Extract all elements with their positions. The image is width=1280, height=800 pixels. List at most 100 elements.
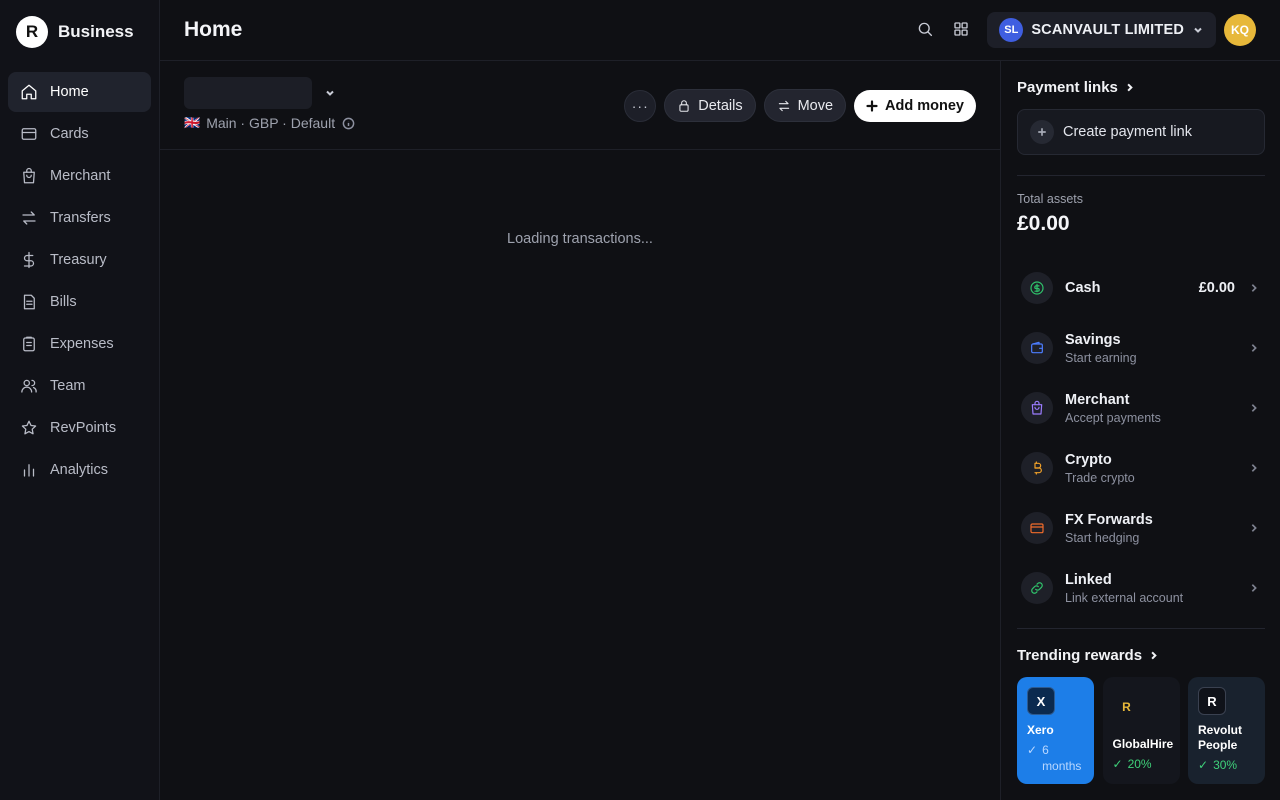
- details-button[interactable]: Details: [664, 89, 756, 122]
- sidebar-item-label: Home: [50, 84, 89, 100]
- asset-text: Savings Start earning: [1065, 332, 1137, 365]
- info-icon[interactable]: [342, 117, 355, 130]
- sidebar-item-merchant[interactable]: Merchant: [8, 156, 151, 196]
- bar-chart-icon: [20, 461, 38, 479]
- brand-name: Business: [58, 22, 134, 41]
- asset-row-savings[interactable]: Savings Start earning: [1017, 318, 1265, 378]
- asset-subtitle: Start earning: [1065, 350, 1137, 365]
- sidebar-item-label: Merchant: [50, 168, 111, 184]
- create-payment-link-button[interactable]: Create payment link: [1017, 109, 1265, 155]
- reward-name: Revolut People: [1198, 723, 1243, 752]
- account-selector[interactable]: [184, 77, 336, 109]
- rewards-carousel: X Xero ✓ 6 months R GlobalHire ✓ 20% R Rev…: [1017, 677, 1265, 784]
- asset-subtitle: Accept payments: [1065, 410, 1161, 425]
- sidebar-item-label: RevPoints: [50, 420, 117, 436]
- check-icon: ✓: [1198, 758, 1209, 772]
- sidebar-item-label: Analytics: [50, 462, 109, 478]
- brand-logo[interactable]: R: [16, 16, 48, 48]
- fx-card-icon: [1021, 512, 1053, 544]
- reward-card-globalhire[interactable]: R GlobalHire ✓ 20%: [1102, 677, 1180, 784]
- organization-switcher[interactable]: SL SCANVAULT LIMITED: [987, 12, 1216, 48]
- sidebar-item-analytics[interactable]: Analytics: [8, 450, 151, 490]
- reward-card-xero[interactable]: X Xero ✓ 6 months: [1017, 677, 1094, 784]
- chevron-right-icon: [1251, 464, 1257, 472]
- account-meta: 🇬🇧 Main · GBP · Default: [184, 115, 355, 131]
- asset-text: Merchant Accept payments: [1065, 392, 1161, 425]
- chevron-right-icon: [1151, 651, 1157, 660]
- asset-name: Linked: [1065, 571, 1112, 588]
- asset-text: Crypto Trade crypto: [1065, 452, 1135, 485]
- asset-row-cash[interactable]: Cash £0.00: [1017, 258, 1265, 318]
- dollar-icon: [20, 251, 38, 269]
- crypto-icon: [1021, 452, 1053, 484]
- asset-row-fx-forwards[interactable]: FX Forwards Start hedging: [1017, 498, 1265, 558]
- asset-subtitle: Start hedging: [1065, 530, 1140, 545]
- loading-transactions: Loading transactions...: [507, 231, 653, 247]
- reward-perk-text: 6 months: [1042, 743, 1082, 773]
- apps-button[interactable]: [943, 12, 979, 48]
- sidebar-item-label: Transfers: [50, 210, 111, 226]
- link-icon: [1021, 572, 1053, 604]
- page-title: Home: [184, 18, 243, 41]
- sidebar-item-label: Treasury: [50, 252, 107, 268]
- reward-card-revolut-people[interactable]: R Revolut People ✓ 30%: [1188, 677, 1265, 784]
- sidebar-item-cards[interactable]: Cards: [8, 114, 151, 154]
- org-avatar: SL: [999, 18, 1024, 42]
- sidebar-item-revpoints[interactable]: RevPoints: [8, 408, 151, 448]
- asset-row-merchant[interactable]: Merchant Accept payments: [1017, 378, 1265, 438]
- sidebar-item-treasury[interactable]: Treasury: [8, 240, 151, 280]
- create-payment-link-label: Create payment link: [1063, 124, 1192, 140]
- asset-text: FX Forwards Start hedging: [1065, 512, 1153, 545]
- sidebar-item-home[interactable]: Home: [8, 72, 151, 112]
- asset-subtitle: Link external account: [1065, 590, 1184, 605]
- chevron-right-icon: [1251, 524, 1257, 532]
- right-panel: Payment links Create payment link Total …: [1000, 61, 1280, 800]
- plus-icon: [1030, 120, 1054, 144]
- asset-list: Cash £0.00 Savings Start earning Merchant…: [1017, 258, 1265, 618]
- payment-links-link[interactable]: Payment links: [1017, 79, 1135, 96]
- asset-row-crypto[interactable]: Crypto Trade crypto: [1017, 438, 1265, 498]
- reward-name: GlobalHire: [1112, 737, 1174, 751]
- sidebar-item-label: Team: [50, 378, 86, 394]
- more-button[interactable]: ···: [624, 89, 657, 122]
- trending-rewards-link[interactable]: Trending rewards: [1017, 647, 1159, 664]
- user-avatar[interactable]: KQ: [1224, 14, 1256, 46]
- reward-perk-text: 30%: [1213, 758, 1238, 772]
- check-icon: ✓: [1112, 757, 1123, 771]
- chevron-right-icon: [1251, 284, 1257, 292]
- header-actions: SL SCANVAULT LIMITED KQ: [907, 12, 1256, 48]
- brand[interactable]: R Business: [0, 0, 159, 64]
- account-meta-text: Main · GBP · Default: [206, 115, 336, 131]
- sidebar-item-bills[interactable]: Bills: [8, 282, 151, 322]
- asset-text: Cash: [1065, 280, 1100, 296]
- sidebar-nav: Home Cards Merchant Transfers Treasury B…: [0, 64, 159, 500]
- sidebar: R Business Home Cards Merchant Transfers…: [0, 0, 160, 800]
- globalhire-logo: R: [1122, 700, 1131, 714]
- bag-icon: [1021, 392, 1053, 424]
- chevron-down-icon: [1194, 27, 1202, 33]
- add-money-button[interactable]: Add money: [854, 89, 976, 122]
- total-assets-value: £0.00: [1017, 212, 1070, 235]
- sidebar-item-label: Expenses: [50, 336, 114, 352]
- details-label: Details: [698, 97, 743, 114]
- chevron-right-icon: [1251, 584, 1257, 592]
- transfer-icon: [20, 209, 38, 227]
- bag-icon: [20, 167, 38, 185]
- sidebar-item-transfers[interactable]: Transfers: [8, 198, 151, 238]
- chevron-down-icon: [326, 90, 334, 96]
- sidebar-item-label: Cards: [50, 126, 89, 142]
- sidebar-item-expenses[interactable]: Expenses: [8, 324, 151, 364]
- reward-perk-text: 20%: [1127, 757, 1152, 771]
- reward-name: Xero: [1027, 723, 1054, 737]
- move-button[interactable]: Move: [763, 89, 847, 122]
- asset-row-linked[interactable]: Linked Link external account: [1017, 558, 1265, 618]
- asset-name: FX Forwards: [1065, 511, 1153, 528]
- total-assets-label: Total assets: [1017, 192, 1084, 206]
- move-label: Move: [797, 97, 834, 114]
- sidebar-item-team[interactable]: Team: [8, 366, 151, 406]
- search-button[interactable]: [907, 12, 943, 48]
- card-icon: [20, 125, 38, 143]
- xero-logo: X: [1027, 687, 1055, 715]
- clipboard-icon: [20, 335, 38, 353]
- wallet-icon: [1021, 332, 1053, 364]
